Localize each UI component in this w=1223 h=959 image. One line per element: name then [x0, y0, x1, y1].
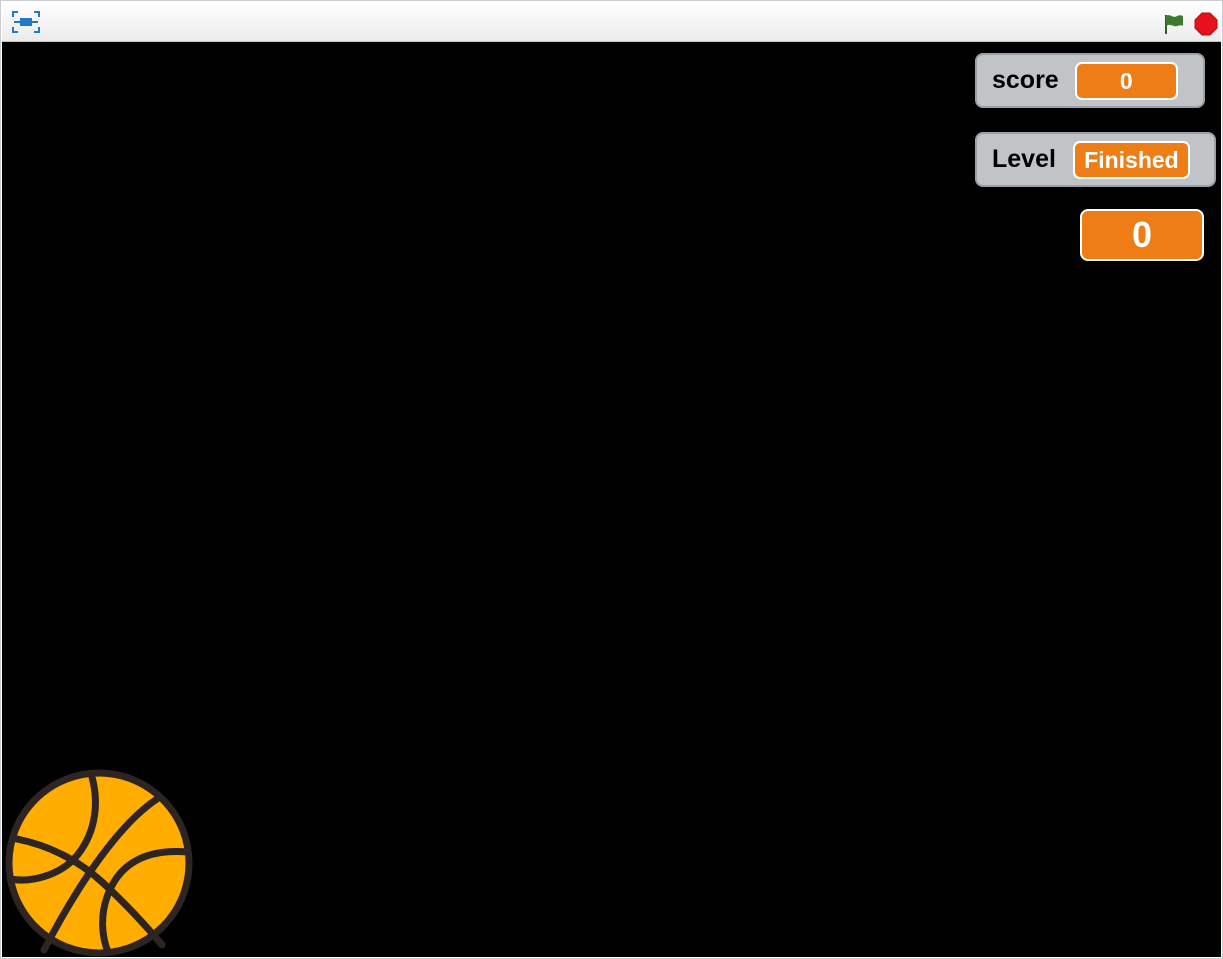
score-monitor-label: score — [992, 66, 1059, 94]
level-monitor-label: Level — [992, 145, 1056, 173]
fullscreen-button[interactable] — [11, 10, 41, 34]
stage[interactable]: score 0 Level Finished 0 — [2, 42, 1221, 957]
player-controls-bar — [2, 2, 1221, 42]
basketball-icon[interactable] — [2, 767, 196, 957]
stop-button[interactable] — [1194, 12, 1218, 36]
score-monitor: score 0 — [975, 53, 1205, 108]
fullscreen-icon — [12, 11, 40, 33]
green-flag-icon — [1165, 15, 1183, 34]
level-monitor-value: Finished — [1072, 140, 1190, 179]
green-flag-button[interactable] — [1162, 12, 1186, 36]
level-monitor: Level Finished — [975, 132, 1216, 187]
large-readout-monitor: 0 — [1080, 209, 1204, 261]
score-monitor-value: 0 — [1074, 61, 1178, 100]
player-window: score 0 Level Finished 0 — [0, 0, 1223, 959]
stop-sign-icon — [1194, 12, 1218, 36]
